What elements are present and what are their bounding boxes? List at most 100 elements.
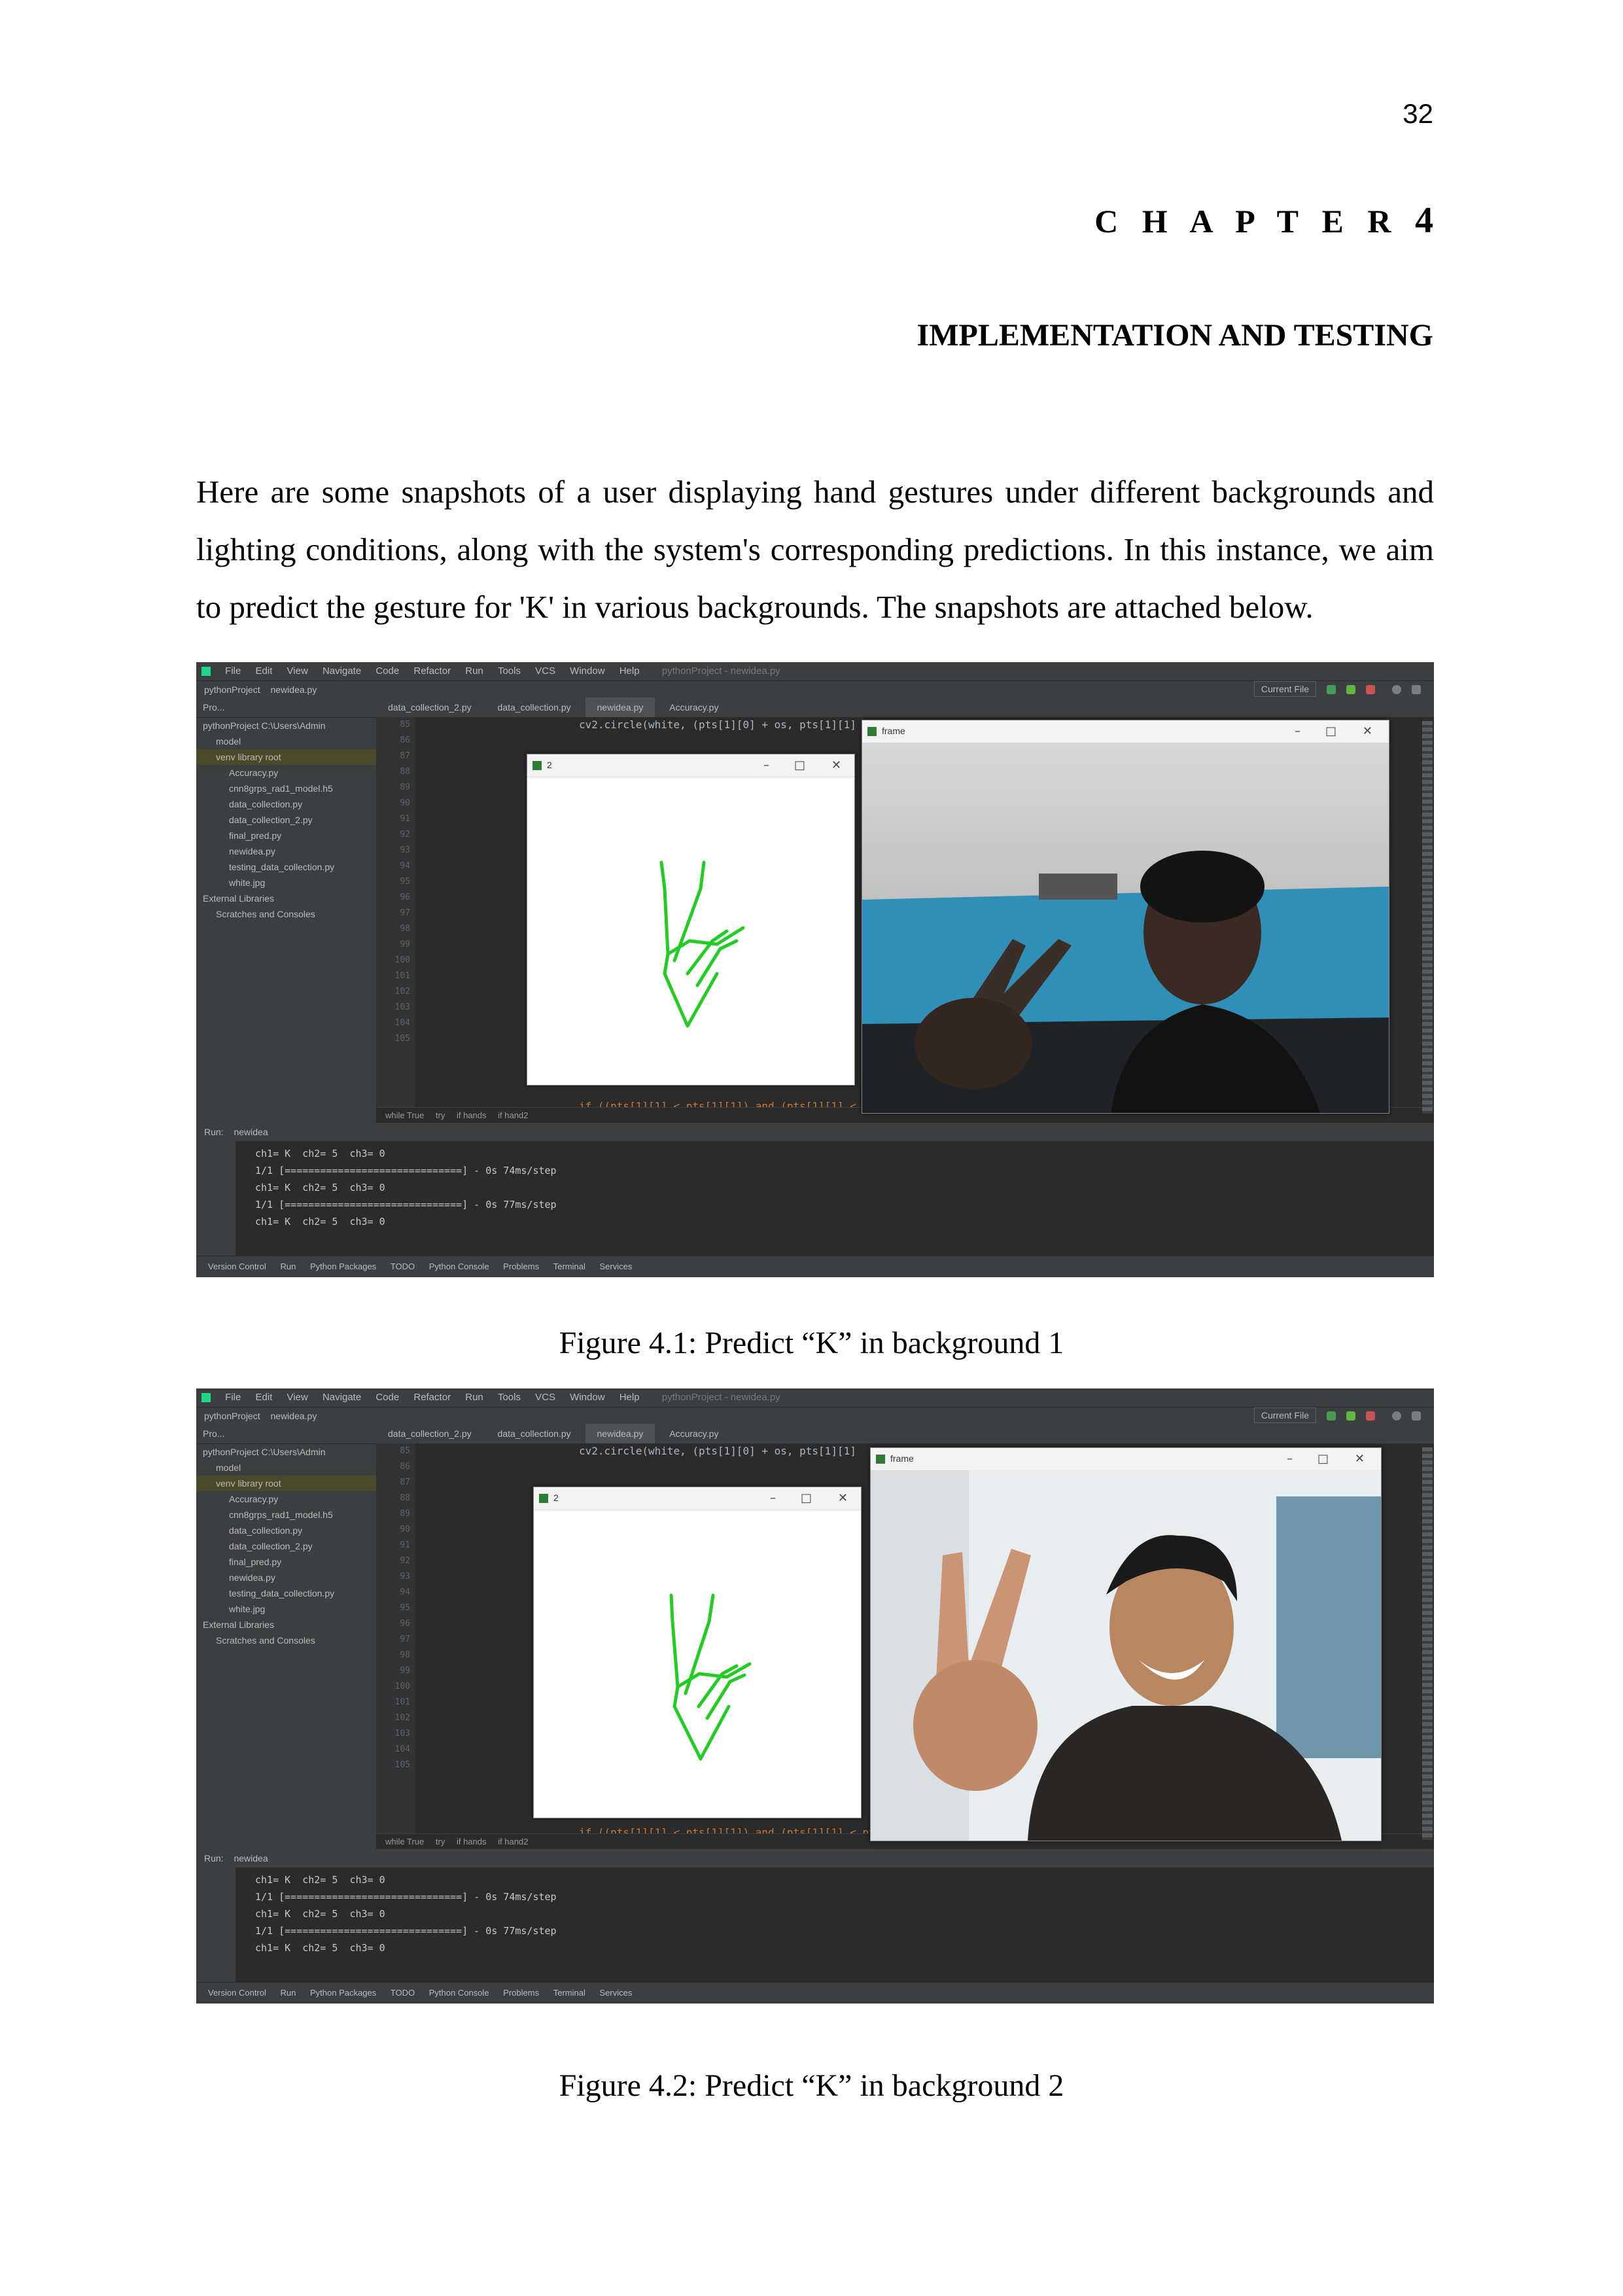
tab-newidea[interactable]: newidea.py — [585, 1424, 655, 1445]
status-terminal[interactable]: Terminal — [553, 1262, 585, 1271]
tree-item[interactable]: External Libraries — [196, 1617, 376, 1633]
tree-item[interactable]: data_collection_2.py — [196, 1538, 376, 1554]
tree-item[interactable]: final_pred.py — [196, 828, 376, 843]
tree-item[interactable]: data_collection.py — [196, 796, 376, 812]
status-todo[interactable]: TODO — [391, 1262, 415, 1271]
crumb-try[interactable]: try — [436, 1837, 445, 1846]
status-version-control[interactable]: Version Control — [208, 1262, 266, 1271]
menu-help[interactable]: Help — [620, 1392, 640, 1403]
crumb-while[interactable]: while True — [385, 1110, 424, 1120]
menu-window[interactable]: Window — [570, 1392, 604, 1403]
maximize-icon[interactable]: □ — [1318, 1452, 1329, 1466]
menu-refactor[interactable]: Refactor — [413, 1392, 451, 1403]
gear-icon[interactable] — [1412, 685, 1421, 694]
run-icon[interactable] — [1327, 685, 1336, 694]
tree-item[interactable]: Scratches and Consoles — [196, 1633, 376, 1648]
status-python-packages[interactable]: Python Packages — [310, 1988, 376, 1998]
crumb-if-hand2[interactable]: if hand2 — [498, 1110, 528, 1120]
menu-view[interactable]: View — [287, 1392, 308, 1403]
crumb-try[interactable]: try — [436, 1110, 445, 1120]
menu-run[interactable]: Run — [465, 665, 483, 677]
tab-data-collection-2[interactable]: data_collection_2.py — [376, 1424, 483, 1443]
menu-run[interactable]: Run — [465, 1392, 483, 1403]
menu-file[interactable]: File — [225, 665, 241, 677]
menu-vcs[interactable]: VCS — [535, 665, 555, 677]
tree-item[interactable]: Scratches and Consoles — [196, 906, 376, 922]
status-problems[interactable]: Problems — [503, 1262, 539, 1271]
breadcrumb-file[interactable]: newidea.py — [271, 684, 317, 695]
project-panel-header[interactable]: Pro... — [196, 698, 376, 718]
crumb-while[interactable]: while True — [385, 1837, 424, 1846]
tab-accuracy[interactable]: Accuracy.py — [657, 1424, 730, 1443]
project-panel-header[interactable]: Pro... — [196, 1424, 376, 1444]
tree-item[interactable]: venv library root — [196, 1475, 376, 1491]
minimize-icon[interactable]: – — [1295, 724, 1300, 738]
run-console[interactable]: ch1= K ch2= 5 ch3= 0 1/1 [==============… — [196, 1141, 1434, 1256]
menu-file[interactable]: File — [225, 1392, 241, 1403]
menu-vcs[interactable]: VCS — [535, 1392, 555, 1403]
menu-edit[interactable]: Edit — [256, 665, 273, 677]
debug-icon[interactable] — [1346, 1411, 1355, 1421]
tree-item[interactable]: white.jpg — [196, 875, 376, 891]
breadcrumb-file[interactable]: newidea.py — [271, 1411, 317, 1421]
search-icon[interactable] — [1392, 1411, 1401, 1421]
run-console[interactable]: ch1= K ch2= 5 ch3= 0 1/1 [==============… — [196, 1867, 1434, 1983]
debug-icon[interactable] — [1346, 685, 1355, 694]
menu-navigate[interactable]: Navigate — [323, 665, 361, 677]
status-services[interactable]: Services — [599, 1262, 632, 1271]
tab-newidea[interactable]: newidea.py — [585, 698, 655, 719]
status-services[interactable]: Services — [599, 1988, 632, 1998]
menu-help[interactable]: Help — [620, 665, 640, 677]
breadcrumb-project[interactable]: pythonProject — [204, 1411, 260, 1421]
close-icon[interactable]: ✕ — [838, 1491, 848, 1505]
breadcrumb-project[interactable]: pythonProject — [204, 684, 260, 695]
tree-item[interactable]: model — [196, 733, 376, 749]
crumb-if-hand2[interactable]: if hand2 — [498, 1837, 528, 1846]
menu-refactor[interactable]: Refactor — [413, 665, 451, 677]
tree-item[interactable]: newidea.py — [196, 843, 376, 859]
tree-item[interactable]: Accuracy.py — [196, 765, 376, 781]
menu-code[interactable]: Code — [375, 1392, 399, 1403]
crumb-if-hands[interactable]: if hands — [457, 1110, 487, 1120]
tree-item[interactable]: Accuracy.py — [196, 1491, 376, 1507]
editor-scrollbar[interactable] — [1422, 721, 1433, 1114]
editor-scrollbar[interactable] — [1422, 1447, 1433, 1840]
close-icon[interactable]: ✕ — [1355, 1452, 1365, 1466]
status-terminal[interactable]: Terminal — [553, 1988, 585, 1998]
tree-item[interactable]: testing_data_collection.py — [196, 1585, 376, 1601]
menu-edit[interactable]: Edit — [256, 1392, 273, 1403]
stop-icon[interactable] — [1366, 1411, 1375, 1421]
status-todo[interactable]: TODO — [391, 1988, 415, 1998]
run-tab[interactable]: newidea — [234, 1853, 268, 1863]
run-icon[interactable] — [1327, 1411, 1336, 1421]
status-run[interactable]: Run — [281, 1262, 296, 1271]
tab-data-collection-2[interactable]: data_collection_2.py — [376, 698, 483, 717]
run-tab[interactable]: newidea — [234, 1127, 268, 1137]
maximize-icon[interactable]: □ — [794, 758, 805, 772]
status-python-console[interactable]: Python Console — [429, 1988, 489, 1998]
tree-item[interactable]: cnn8grps_rad1_model.h5 — [196, 781, 376, 796]
menu-code[interactable]: Code — [375, 665, 399, 677]
tree-item[interactable]: final_pred.py — [196, 1554, 376, 1570]
maximize-icon[interactable]: □ — [1325, 724, 1336, 738]
gear-icon[interactable] — [1412, 1411, 1421, 1421]
status-version-control[interactable]: Version Control — [208, 1988, 266, 1998]
menu-navigate[interactable]: Navigate — [323, 1392, 361, 1403]
tree-item[interactable]: pythonProject C:\Users\Admin — [196, 1444, 376, 1460]
search-icon[interactable] — [1392, 685, 1401, 694]
status-problems[interactable]: Problems — [503, 1988, 539, 1998]
tree-item[interactable]: data_collection.py — [196, 1523, 376, 1538]
tree-item[interactable]: venv library root — [196, 749, 376, 765]
tree-item[interactable]: testing_data_collection.py — [196, 859, 376, 875]
crumb-if-hands[interactable]: if hands — [457, 1837, 487, 1846]
tree-item[interactable]: model — [196, 1460, 376, 1475]
tree-item[interactable]: newidea.py — [196, 1570, 376, 1585]
minimize-icon[interactable]: – — [1287, 1452, 1293, 1466]
status-run[interactable]: Run — [281, 1988, 296, 1998]
run-config-select[interactable]: Current File — [1253, 1407, 1316, 1423]
tree-item[interactable]: External Libraries — [196, 891, 376, 906]
close-icon[interactable]: ✕ — [1363, 724, 1372, 738]
menu-view[interactable]: View — [287, 665, 308, 677]
run-config-select[interactable]: Current File — [1253, 681, 1316, 697]
tab-accuracy[interactable]: Accuracy.py — [657, 698, 730, 717]
